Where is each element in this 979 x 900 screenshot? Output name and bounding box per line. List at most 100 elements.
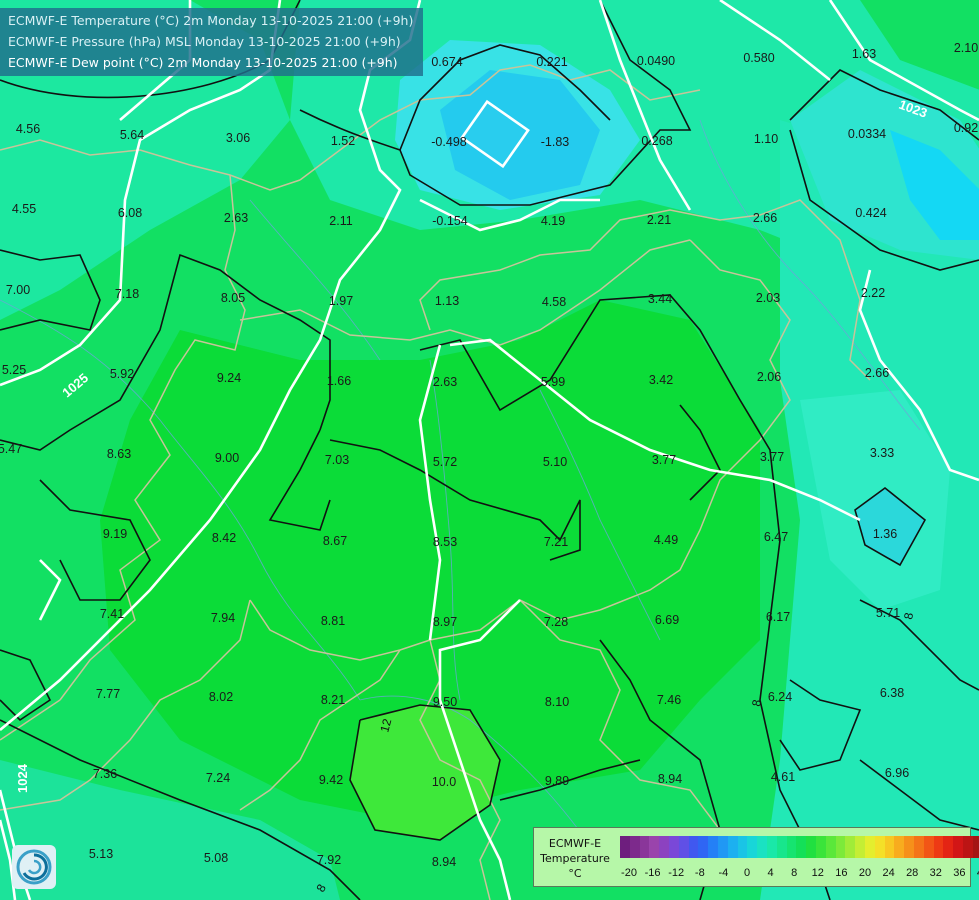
legend-color-cell [962, 836, 973, 858]
grid-value: 9.42 [318, 773, 344, 787]
grid-value: 5.10 [542, 455, 568, 469]
legend-color-cell [904, 836, 914, 858]
grid-value: 2.66 [752, 211, 778, 225]
grid-value: -0.498 [431, 135, 467, 149]
title-pressure: ECMWF-E Pressure (hPa) MSL Monday 13-10-… [8, 34, 401, 49]
legend-tick-label: -16 [644, 867, 661, 879]
grid-value: 7.36 [92, 767, 118, 781]
grid-value: 0.580 [743, 51, 775, 65]
grid-value: 8.42 [211, 531, 237, 545]
legend-color-cell [766, 836, 777, 858]
legend-color-cell [678, 836, 689, 858]
legend-tick-label: 28 [906, 867, 919, 879]
legend-color-cell [786, 836, 797, 858]
grid-value: 3.06 [225, 131, 251, 145]
grid-value: 5.13 [88, 847, 114, 861]
grid-value: 2.11 [329, 214, 353, 228]
grid-value: 5.72 [432, 455, 458, 469]
grid-value: 8.94 [431, 855, 457, 869]
grid-value: 2.63 [223, 211, 249, 225]
temperature-legend: ECMWF-E Temperature °C -20 -16 -12 -8 -4 0 4 8 1… [533, 827, 979, 887]
grid-value: 4.49 [653, 533, 679, 547]
grid-value: 8.02 [208, 690, 234, 704]
legend-title: ECMWF-E Temperature °C [540, 837, 610, 880]
grid-value: 1.10 [753, 132, 779, 146]
grid-value: 4.61 [770, 770, 796, 784]
grid-value: 4.19 [540, 214, 566, 228]
map-title-box: ECMWF-E Temperature (°C) 2m Monday 13-10… [0, 8, 424, 76]
grid-value: 5.47 [0, 442, 23, 456]
grid-value: -1.83 [540, 135, 570, 149]
grid-value: 2.63 [432, 375, 458, 389]
grid-value: 1.13 [434, 294, 460, 308]
grid-value: 3.42 [648, 373, 674, 387]
grid-value: 8.97 [432, 615, 458, 629]
grid-value: 8.10 [544, 695, 570, 709]
grid-value: 6.96 [884, 766, 910, 780]
grid-value: 7.21 [543, 535, 569, 549]
grid-value: 8.67 [322, 534, 348, 548]
grid-value: 7.46 [656, 693, 682, 707]
grid-value: 3.44 [647, 292, 673, 306]
legend-color-cell [727, 836, 738, 858]
legend-color-cell [894, 836, 905, 858]
grid-value: 0.0334 [847, 127, 887, 141]
legend-tick-label: 36 [953, 867, 966, 879]
legend-color-cell [835, 836, 846, 858]
legend-tick-label: -12 [668, 867, 685, 879]
legend-color-cell [845, 836, 856, 858]
legend-color-cell [953, 836, 963, 858]
grid-value: 0.268 [641, 134, 673, 148]
grid-value: 3.33 [869, 446, 895, 460]
grid-value: 8.53 [432, 535, 458, 549]
legend-color-cell [717, 836, 728, 858]
grid-value: 8.63 [106, 447, 132, 461]
legend-color-cell [757, 836, 767, 858]
legend-color-cell [698, 836, 709, 858]
grid-value: 6.08 [117, 206, 143, 220]
grid-value: 6.69 [654, 613, 680, 627]
grid-value: 8.05 [220, 291, 246, 305]
grid-value: 6.17 [765, 610, 791, 624]
legend-color-cell [659, 836, 669, 858]
isobar-label-1024: 1024 [15, 763, 30, 793]
grid-value: 7.41 [99, 607, 125, 621]
grid-value: 9.19 [102, 527, 128, 541]
legend-color-cell [708, 836, 718, 858]
grid-value: 2.22 [860, 286, 886, 300]
grid-value: 7.28 [543, 615, 569, 629]
grid-value: 0.674 [431, 55, 463, 69]
grid-value: 5.25 [1, 363, 27, 377]
grid-value: 7.03 [324, 453, 350, 467]
grid-value: 6.38 [879, 686, 905, 700]
legend-tick-label: 20 [858, 867, 872, 879]
legend-tick-label: 4 [767, 867, 774, 879]
legend-color-cell [649, 836, 660, 858]
grid-value: 4.55 [11, 202, 37, 216]
legend-tick-label: 32 [929, 867, 942, 879]
grid-value: 5.08 [203, 851, 229, 865]
grid-value: 2.21 [646, 213, 672, 227]
grid-value: 6.24 [767, 690, 793, 704]
legend-color-bar [620, 836, 979, 858]
grid-value: 7.24 [205, 771, 231, 785]
grid-value: 1.36 [872, 527, 898, 541]
legend-color-cell [972, 836, 979, 858]
legend-color-cell [815, 836, 826, 858]
grid-value: 0.424 [855, 206, 887, 220]
grid-value: 5.92 [109, 367, 135, 381]
grid-value: 5.64 [119, 128, 145, 142]
grid-value: 7.18 [114, 287, 140, 301]
ecmwf-logo-icon [12, 845, 56, 889]
legend-color-cell [737, 836, 748, 858]
grid-value: 8.81 [320, 614, 346, 628]
grid-value: 6.47 [763, 530, 789, 544]
legend-color-cell [933, 836, 944, 858]
grid-value: 0.0490 [636, 54, 676, 68]
legend-color-cell [796, 836, 807, 858]
legend-tick-label: -8 [694, 867, 705, 879]
grid-value: 3.77 [651, 453, 677, 467]
title-temperature: ECMWF-E Temperature (°C) 2m Monday 13-10… [8, 13, 414, 28]
legend-color-cell [923, 836, 934, 858]
map-canvas: 1023 1025 1024 12 8 8 8 [0, 0, 979, 900]
